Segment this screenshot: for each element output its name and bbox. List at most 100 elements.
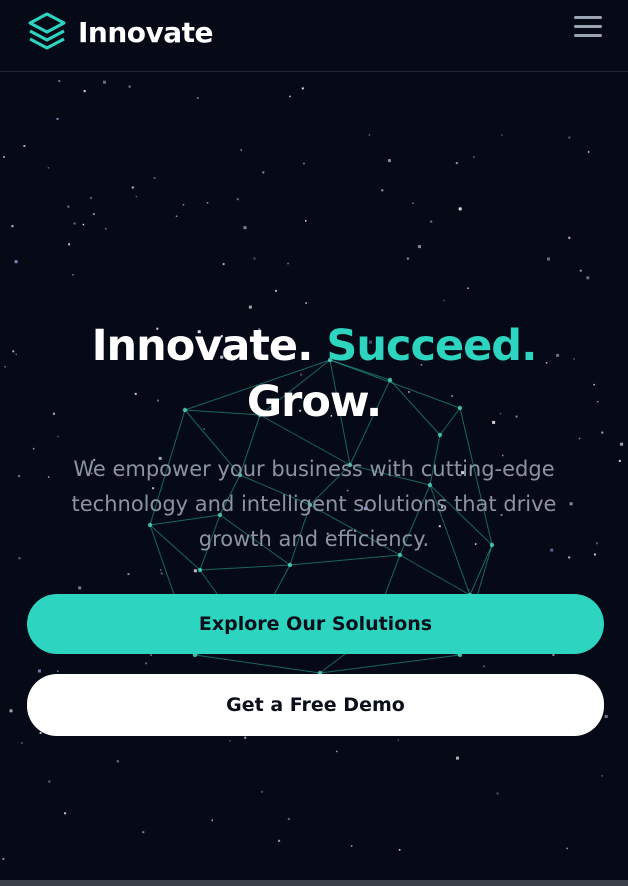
star-dot	[455, 162, 458, 165]
star-dot	[287, 262, 289, 265]
star-dot	[601, 775, 603, 777]
star-dot	[244, 736, 247, 739]
star-dot	[418, 245, 421, 249]
star-dot	[58, 80, 61, 83]
explore-solutions-button[interactable]: Explore Our Solutions	[27, 594, 604, 654]
star-dot	[406, 257, 409, 260]
star-dot	[222, 263, 225, 266]
star-dot	[275, 289, 277, 292]
star-dot	[73, 222, 76, 225]
star-dot	[153, 177, 156, 179]
star-dot	[566, 847, 568, 850]
star-dot	[261, 790, 264, 793]
star-dot	[501, 134, 503, 136]
star-dot	[467, 287, 469, 289]
star-dot	[197, 97, 199, 99]
globe-node	[287, 562, 293, 568]
star-dot	[547, 257, 550, 261]
hero-headline: Innovate. Succeed. Grow.	[0, 318, 628, 430]
star-dot	[21, 742, 23, 744]
star-dot	[211, 819, 213, 822]
star-dot	[47, 167, 50, 169]
star-dot	[135, 195, 138, 198]
star-dot	[82, 223, 85, 226]
top-navbar: Innovate	[0, 0, 628, 72]
star-dot	[496, 792, 499, 795]
globe-edge	[399, 554, 471, 596]
star-dot	[368, 134, 371, 136]
star-dot	[23, 145, 26, 147]
star-dot	[458, 207, 462, 211]
star-dot	[142, 831, 145, 834]
star-dot	[37, 669, 41, 673]
star-dot	[39, 732, 42, 734]
brand-logo[interactable]: Innovate	[28, 12, 214, 52]
globe-edge	[319, 654, 461, 674]
star-dot	[248, 305, 252, 309]
star-dot	[175, 215, 178, 217]
globe-edge	[194, 654, 321, 674]
star-dot	[430, 220, 433, 223]
star-dot	[116, 760, 119, 763]
star-dot	[303, 162, 305, 165]
star-dot	[48, 780, 51, 783]
star-dot	[56, 117, 59, 120]
star-dot	[473, 156, 475, 158]
globe-edge	[199, 564, 291, 571]
star-dot	[229, 740, 231, 742]
star-dot	[83, 90, 86, 93]
brand-name: Innovate	[78, 15, 214, 49]
hamburger-menu-icon[interactable]	[574, 16, 602, 40]
star-dot	[11, 225, 14, 228]
star-dot	[57, 670, 59, 672]
globe-node	[197, 567, 203, 573]
star-dot	[262, 171, 265, 174]
star-dot	[92, 213, 95, 216]
star-dot	[552, 653, 555, 656]
star-dot	[350, 845, 353, 847]
star-dot	[443, 299, 445, 302]
star-dot	[67, 205, 70, 208]
star-dot	[301, 87, 304, 90]
star-dot	[253, 257, 256, 260]
headline-word-grow: Grow.	[246, 377, 382, 427]
star-dot	[287, 817, 290, 820]
headline-word-innovate: Innovate.	[91, 321, 314, 371]
star-dot	[398, 849, 401, 851]
star-dot	[336, 750, 338, 753]
star-dot	[456, 756, 459, 760]
hero-section: Innovate. Succeed. Grow. We empower your…	[0, 318, 628, 557]
star-dot	[206, 202, 209, 204]
star-dot	[381, 189, 384, 192]
star-dot	[127, 573, 130, 576]
star-dot	[72, 274, 74, 276]
star-dot	[579, 269, 582, 272]
star-dot	[68, 243, 71, 246]
hero-subtext: We empower your business with cutting-ed…	[71, 457, 557, 551]
star-dot	[305, 220, 307, 222]
star-dot	[128, 85, 131, 88]
free-demo-button[interactable]: Get a Free Demo	[27, 674, 604, 736]
star-dot	[278, 839, 281, 842]
star-dot	[105, 228, 107, 230]
star-dot	[103, 80, 106, 84]
star-dot	[90, 196, 92, 199]
star-dot	[3, 156, 5, 158]
star-dot	[240, 149, 242, 151]
star-dot	[64, 812, 67, 815]
star-dot	[412, 202, 414, 204]
star-dot	[2, 857, 5, 860]
star-dot	[587, 151, 590, 153]
star-dot	[18, 557, 21, 560]
landing-page: Innovate Innovate. Succeed. Grow. We emp…	[0, 0, 628, 886]
star-dot	[586, 276, 590, 280]
bottom-edge-bar	[0, 880, 628, 886]
headline-word-succeed: Succeed.	[326, 321, 537, 371]
star-dot	[387, 159, 391, 163]
star-dot	[14, 260, 18, 264]
star-dot	[604, 715, 608, 718]
star-dot	[568, 136, 571, 139]
star-dot	[397, 739, 400, 741]
star-dot	[9, 709, 13, 713]
star-dot	[568, 236, 571, 239]
